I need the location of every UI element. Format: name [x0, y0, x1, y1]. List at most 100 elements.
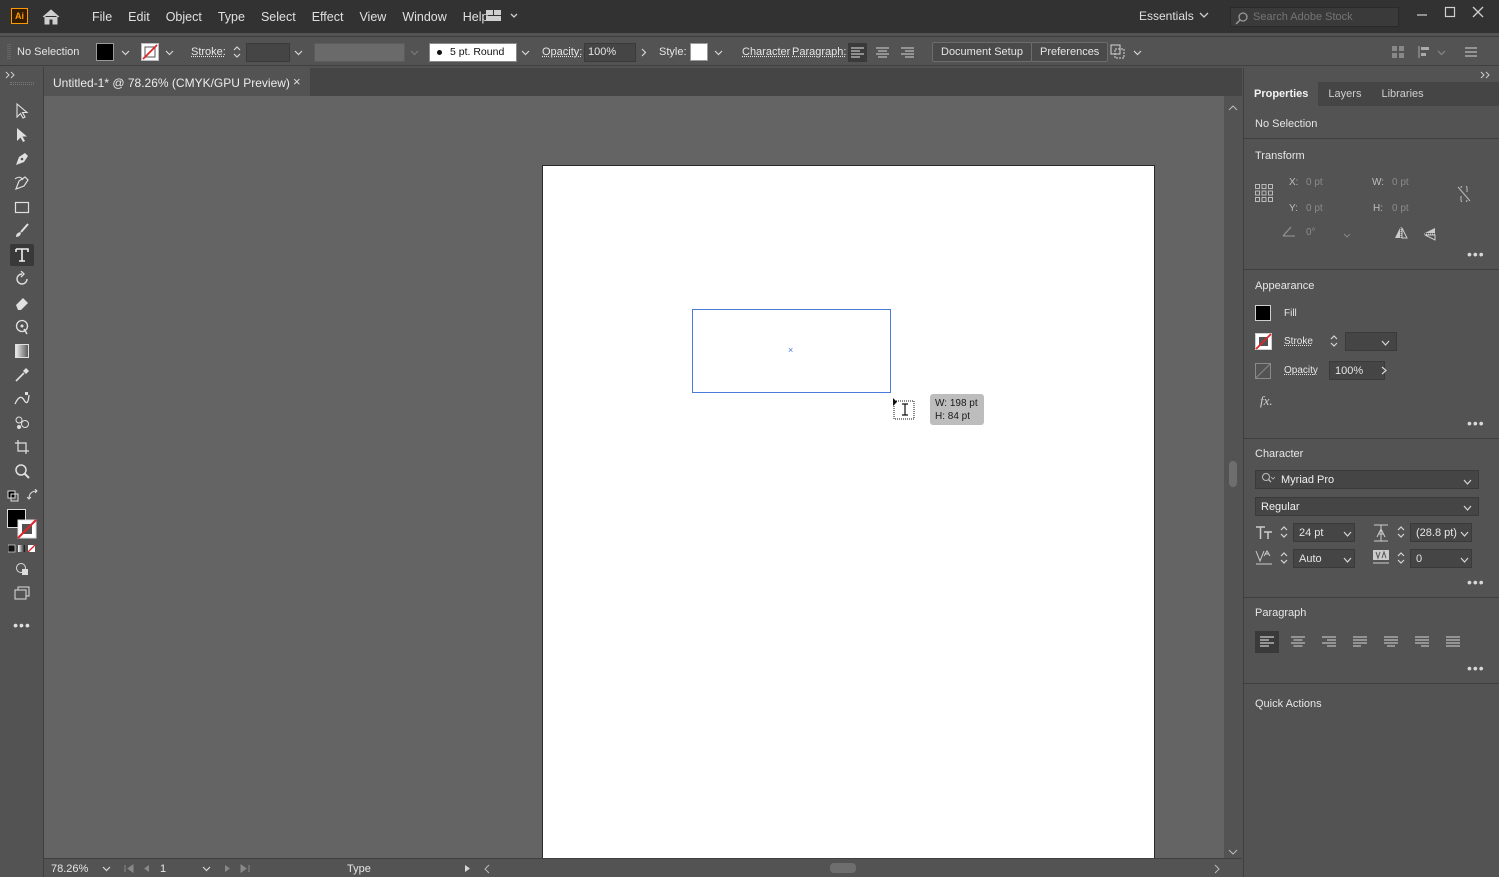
workspace-switcher[interactable]: Essentials — [1139, 9, 1194, 23]
opacity-value[interactable]: 100% — [1329, 361, 1385, 380]
document-tab[interactable]: Untitled-1* @ 78.26% (CMYK/GPU Preview) … — [44, 68, 310, 96]
paragraph-link[interactable]: Paragraph: — [792, 37, 846, 67]
stroke-swatch[interactable] — [141, 37, 159, 67]
menu-view[interactable]: View — [351, 10, 394, 24]
align-right-icon[interactable] — [901, 37, 914, 67]
status-menu-icon[interactable] — [464, 861, 472, 876]
stepper-icon[interactable] — [232, 37, 242, 67]
stepper-icon[interactable] — [1329, 332, 1339, 353]
screen-mode-icon[interactable] — [10, 582, 34, 604]
edit-toolbar-icon[interactable]: ••• — [10, 614, 34, 636]
type-tool-icon[interactable] — [10, 244, 34, 266]
menu-edit[interactable]: Edit — [120, 10, 158, 24]
home-icon[interactable] — [41, 8, 61, 26]
h-field[interactable]: 0 pt — [1392, 203, 1409, 214]
font-style-dropdown[interactable]: Regular — [1255, 497, 1479, 516]
menu-select[interactable]: Select — [253, 10, 304, 24]
canvas-area[interactable]: × W: 198 pt H: 84 pt — [44, 96, 1224, 858]
opacity-field[interactable]: 100% — [584, 37, 636, 67]
swap-fill-stroke-icon[interactable] — [27, 489, 39, 504]
color-mode-icons[interactable] — [8, 544, 38, 557]
chevron-down-icon[interactable] — [121, 37, 130, 67]
chevron-down-icon[interactable] — [1343, 230, 1351, 242]
fill-swatch[interactable] — [96, 37, 114, 67]
blend-tool-icon[interactable] — [10, 388, 34, 410]
graphic-style-swatch[interactable] — [690, 37, 708, 67]
gradient-tool-icon[interactable] — [10, 340, 34, 362]
selection-tool-icon[interactable] — [10, 100, 34, 122]
stepper-icon[interactable] — [1396, 523, 1406, 544]
scroll-thumb[interactable] — [1229, 461, 1237, 487]
align-left-icon[interactable] — [1255, 631, 1279, 653]
more-options-icon[interactable]: ••• — [1467, 574, 1485, 590]
drawing-mode-icon[interactable] — [10, 558, 34, 580]
menu-effect[interactable]: Effect — [304, 10, 352, 24]
search-input[interactable] — [1253, 10, 1393, 24]
stroke-weight-field[interactable] — [246, 37, 290, 67]
flip-vertical-icon[interactable] — [1424, 227, 1436, 244]
scroll-right-icon[interactable] — [1214, 864, 1220, 877]
close-window-icon[interactable] — [1468, 4, 1488, 20]
constrain-proportions-icon[interactable] — [1457, 186, 1471, 205]
chevron-down-icon[interactable] — [294, 37, 303, 67]
align-center-icon[interactable] — [876, 37, 889, 67]
menu-type[interactable]: Type — [210, 10, 253, 24]
stepper-icon[interactable] — [1279, 523, 1289, 544]
default-fill-stroke-icon[interactable] — [7, 490, 19, 505]
chevron-down-icon[interactable] — [1343, 555, 1352, 567]
opacity-label[interactable]: Opacity — [1284, 365, 1318, 376]
justify-all-icon[interactable] — [1446, 636, 1460, 651]
area-type-frame[interactable]: × — [692, 309, 891, 393]
arrange-icon[interactable] — [1110, 37, 1126, 67]
chevron-down-icon[interactable] — [102, 861, 111, 876]
stroke-label[interactable]: Stroke — [1284, 336, 1313, 347]
document-setup-button[interactable]: Document Setup — [932, 37, 1032, 67]
chevron-down-icon[interactable] — [521, 37, 530, 67]
scroll-left-icon[interactable] — [484, 864, 490, 877]
chevron-down-icon[interactable] — [165, 37, 174, 67]
chevron-down-icon[interactable] — [1133, 37, 1142, 67]
scroll-thumb[interactable] — [830, 863, 856, 873]
tab-libraries[interactable]: Libraries — [1371, 82, 1433, 106]
collapse-panel-icon[interactable] — [5, 70, 17, 82]
zoom-tool-icon[interactable] — [10, 460, 34, 482]
artboard[interactable] — [542, 165, 1155, 858]
variable-width-profile[interactable] — [314, 37, 405, 67]
chevron-down-icon[interactable] — [1381, 338, 1390, 350]
align-center-icon[interactable] — [1291, 636, 1305, 651]
chevron-down-icon[interactable] — [1463, 477, 1472, 489]
scroll-down-icon[interactable] — [1228, 846, 1238, 858]
stroke-label[interactable]: Stroke: — [191, 37, 226, 67]
chevron-down-icon[interactable] — [1460, 529, 1469, 541]
chevron-down-icon[interactable] — [1463, 503, 1472, 515]
chevron-down-icon[interactable] — [1199, 10, 1209, 23]
x-field[interactable]: 0 pt — [1306, 177, 1323, 188]
menu-file[interactable]: File — [84, 10, 120, 24]
flip-horizontal-icon[interactable] — [1394, 227, 1408, 242]
reference-point-icon[interactable] — [1255, 184, 1273, 205]
justify-left-icon[interactable] — [1353, 636, 1367, 651]
rectangle-tool-icon[interactable] — [10, 196, 34, 218]
stepper-icon[interactable] — [1279, 549, 1289, 570]
stroke-swatch[interactable] — [1255, 333, 1272, 353]
brush-definition[interactable]: 5 pt. Round — [429, 37, 517, 67]
symbol-sprayer-tool-icon[interactable] — [10, 412, 34, 434]
fill-swatch[interactable] — [1255, 305, 1271, 321]
direct-selection-tool-icon[interactable] — [10, 124, 34, 146]
pen-tool-icon[interactable] — [10, 148, 34, 170]
curvature-tool-icon[interactable] — [10, 172, 34, 194]
justify-right-icon[interactable] — [1415, 636, 1429, 651]
menu-object[interactable]: Object — [158, 10, 210, 24]
panel-menu-icon[interactable] — [1465, 37, 1477, 67]
collapse-panel-icon[interactable] — [1480, 70, 1492, 82]
puppet-warp-tool-icon[interactable] — [10, 316, 34, 338]
arrange-documents-icon[interactable] — [484, 8, 524, 24]
justify-center-icon[interactable] — [1384, 636, 1398, 651]
stroke-color-box[interactable] — [17, 519, 37, 539]
align-left-icon[interactable] — [848, 37, 867, 67]
artboard-tool-icon[interactable] — [10, 436, 34, 458]
y-field[interactable]: 0 pt — [1306, 203, 1323, 214]
stock-search[interactable] — [1230, 7, 1399, 27]
stepper-icon[interactable] — [1396, 549, 1406, 570]
more-options-icon[interactable]: ••• — [1467, 660, 1485, 676]
